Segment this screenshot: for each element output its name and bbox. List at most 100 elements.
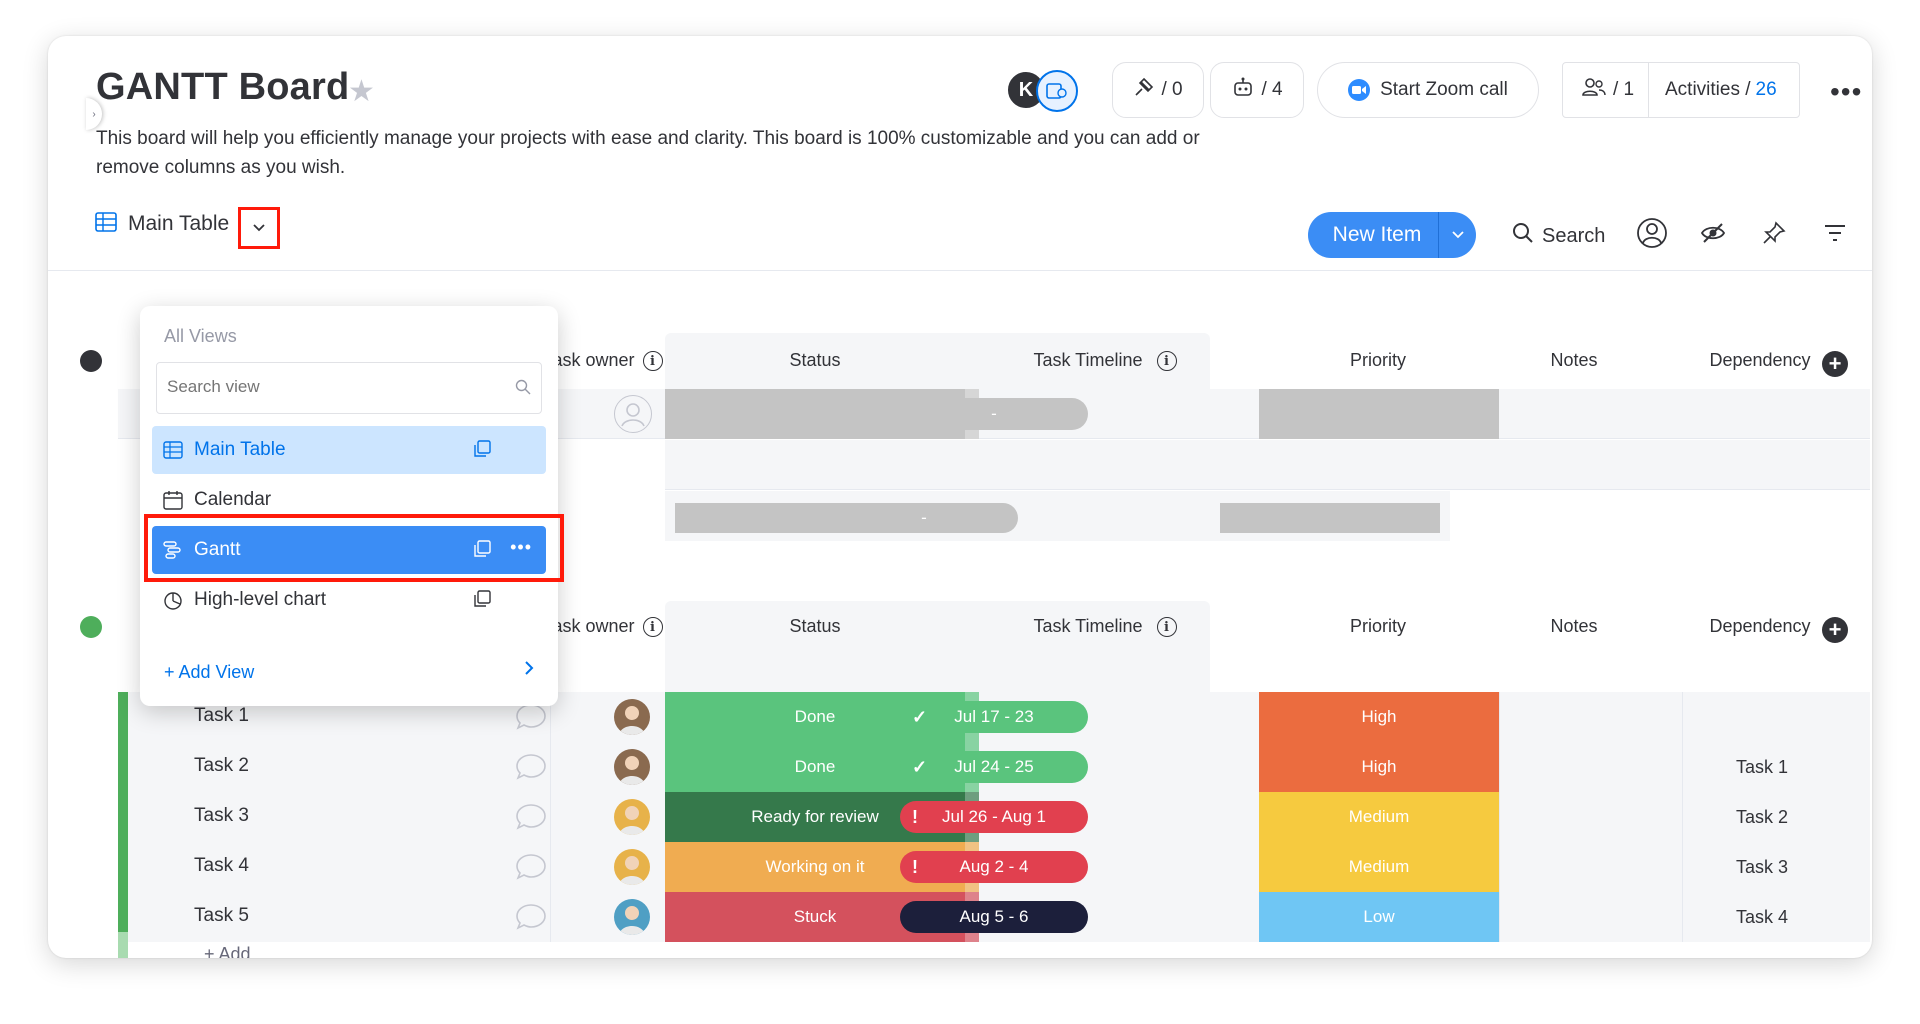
person-icon xyxy=(1636,217,1668,255)
divider xyxy=(1499,842,1500,892)
activities-button[interactable]: Activities / 26 xyxy=(1649,79,1777,101)
task-name[interactable]: Task 1 xyxy=(194,705,249,727)
pin-button[interactable] xyxy=(1762,216,1786,256)
view-item-high-level-chart[interactable]: High-level chart xyxy=(152,576,546,624)
star-icon[interactable]: ★ xyxy=(348,74,375,109)
add-column-icon[interactable]: + xyxy=(1822,617,1848,643)
task-name[interactable]: Task 2 xyxy=(194,755,249,777)
avatar[interactable] xyxy=(614,749,650,785)
members-button[interactable]: / 1 xyxy=(1563,62,1649,118)
info-icon[interactable]: i xyxy=(642,351,663,372)
calendar-icon xyxy=(162,489,184,511)
dependency-cell[interactable]: Task 2 xyxy=(1682,792,1842,842)
avatar[interactable] xyxy=(614,899,650,935)
group-color-bar xyxy=(118,692,128,742)
column-header-task-timeline[interactable]: Task Timeline i xyxy=(1000,350,1210,372)
people-icon xyxy=(1581,76,1607,104)
timeline-summary: - xyxy=(830,503,1018,533)
empty-owner-icon[interactable] xyxy=(614,395,652,433)
task-name[interactable]: Task 3 xyxy=(194,805,249,827)
timeline-pill[interactable]: Aug 5 - 6 xyxy=(900,901,1088,933)
check-icon: ✓ xyxy=(912,757,928,777)
board-description[interactable]: This board will help you efficiently man… xyxy=(96,124,1236,182)
info-icon[interactable]: i xyxy=(642,617,663,638)
task-name[interactable]: Task 5 xyxy=(194,905,249,927)
priority-cell[interactable]: Medium xyxy=(1259,792,1499,842)
duplicate-view-icon[interactable] xyxy=(472,590,492,614)
chevron-right-icon[interactable] xyxy=(524,660,534,681)
board-members-avatars[interactable]: K xyxy=(1006,70,1086,112)
avatar[interactable] xyxy=(614,799,650,835)
column-header-status[interactable]: Status xyxy=(665,616,965,637)
view-selector[interactable]: Main Table xyxy=(94,204,229,244)
priority-cell[interactable]: Medium xyxy=(1259,842,1499,892)
info-icon[interactable]: i xyxy=(1156,617,1177,638)
column-header-task-timeline[interactable]: Task Timeline i xyxy=(1000,616,1210,638)
group-toggle-icon[interactable] xyxy=(80,350,102,372)
timeline-value: Jul 17 - 23 xyxy=(954,707,1034,726)
search-view-field[interactable] xyxy=(156,362,542,414)
pin-icon xyxy=(1762,221,1786,251)
duplicate-view-icon[interactable] xyxy=(472,540,492,564)
avatar[interactable] xyxy=(614,699,650,735)
chevron-down-icon[interactable] xyxy=(1439,230,1476,240)
view-item-label: Gantt xyxy=(194,539,241,560)
dependency-cell[interactable]: Task 1 xyxy=(1682,742,1842,792)
column-header-notes[interactable]: Notes xyxy=(1494,350,1654,371)
view-item-calendar[interactable]: Calendar xyxy=(152,476,546,524)
timeline-cell-empty[interactable]: - xyxy=(900,398,1088,430)
gantt-icon xyxy=(162,539,184,561)
start-zoom-call-button[interactable]: Start Zoom call xyxy=(1317,62,1539,118)
priority-cell-empty[interactable] xyxy=(1259,389,1499,439)
chat-bubble-icon[interactable] xyxy=(514,852,548,887)
person-filter-button[interactable] xyxy=(1636,216,1668,256)
priority-cell[interactable]: High xyxy=(1259,692,1499,742)
timeline-pill[interactable]: ✓ Jul 24 - 25 xyxy=(900,751,1088,783)
info-icon[interactable]: i xyxy=(1156,351,1177,372)
table-row[interactable]: Task 3 Ready for review! Jul 26 - Aug 1 Med… xyxy=(118,792,1870,842)
column-header-dependency[interactable]: Dependency xyxy=(1680,350,1840,371)
timeline-pill[interactable]: ✓ Jul 17 - 23 xyxy=(900,701,1088,733)
dependency-cell[interactable]: Task 3 xyxy=(1682,842,1842,892)
eye-off-icon xyxy=(1700,221,1726,251)
chart-icon xyxy=(162,589,184,611)
chat-bubble-icon[interactable] xyxy=(514,702,548,737)
group-toggle-icon[interactable] xyxy=(80,616,102,638)
timeline-pill[interactable]: ! Aug 2 - 4 xyxy=(900,851,1088,883)
view-item-main-table[interactable]: Main Table xyxy=(152,426,546,474)
board-title[interactable]: GANTT Board xyxy=(96,66,349,109)
duplicate-view-icon[interactable] xyxy=(472,440,492,464)
chat-bubble-icon[interactable] xyxy=(514,752,548,787)
more-options-icon[interactable]: ••• xyxy=(1830,76,1862,108)
view-item-gantt[interactable]: Gantt ••• xyxy=(152,526,546,574)
view-options-icon[interactable]: ••• xyxy=(510,537,532,558)
integrations-button[interactable]: / 0 xyxy=(1112,62,1204,118)
automations-button[interactable]: / 4 xyxy=(1210,62,1304,118)
chat-bubble-icon[interactable] xyxy=(514,802,548,837)
add-item-row[interactable]: + Add xyxy=(118,932,1870,958)
search-view-input[interactable] xyxy=(167,377,487,397)
timeline-pill[interactable]: ! Jul 26 - Aug 1 xyxy=(900,801,1088,833)
add-view-button[interactable]: + Add View xyxy=(164,662,254,683)
hide-columns-button[interactable] xyxy=(1700,216,1726,256)
table-row[interactable]: Task 4 Working on it! Aug 2 - 4 Medium Task … xyxy=(118,842,1870,892)
search-button[interactable]: Search xyxy=(1512,216,1605,256)
column-header-notes[interactable]: Notes xyxy=(1494,616,1654,637)
column-header-status[interactable]: Status xyxy=(665,350,965,371)
task-name[interactable]: Task 4 xyxy=(194,855,249,877)
filter-button[interactable] xyxy=(1824,216,1846,256)
group-color-bar xyxy=(118,842,128,892)
column-header-dependency[interactable]: Dependency xyxy=(1680,616,1840,637)
priority-summary-bar xyxy=(1220,503,1440,533)
add-column-icon[interactable]: + xyxy=(1822,351,1848,377)
view-dropdown-toggle[interactable] xyxy=(238,207,280,249)
new-item-button[interactable]: New Item xyxy=(1308,212,1476,258)
dependency-cell[interactable] xyxy=(1682,692,1842,742)
filter-icon xyxy=(1824,224,1846,248)
column-header-priority[interactable]: Priority xyxy=(1258,616,1498,637)
priority-cell[interactable]: High xyxy=(1259,742,1499,792)
avatar[interactable] xyxy=(614,849,650,885)
table-row[interactable]: Task 2 Done ✓ Jul 24 - 25 High Task 1 xyxy=(118,742,1870,792)
column-header-priority[interactable]: Priority xyxy=(1258,350,1498,371)
add-item-label[interactable]: + Add xyxy=(204,944,251,958)
